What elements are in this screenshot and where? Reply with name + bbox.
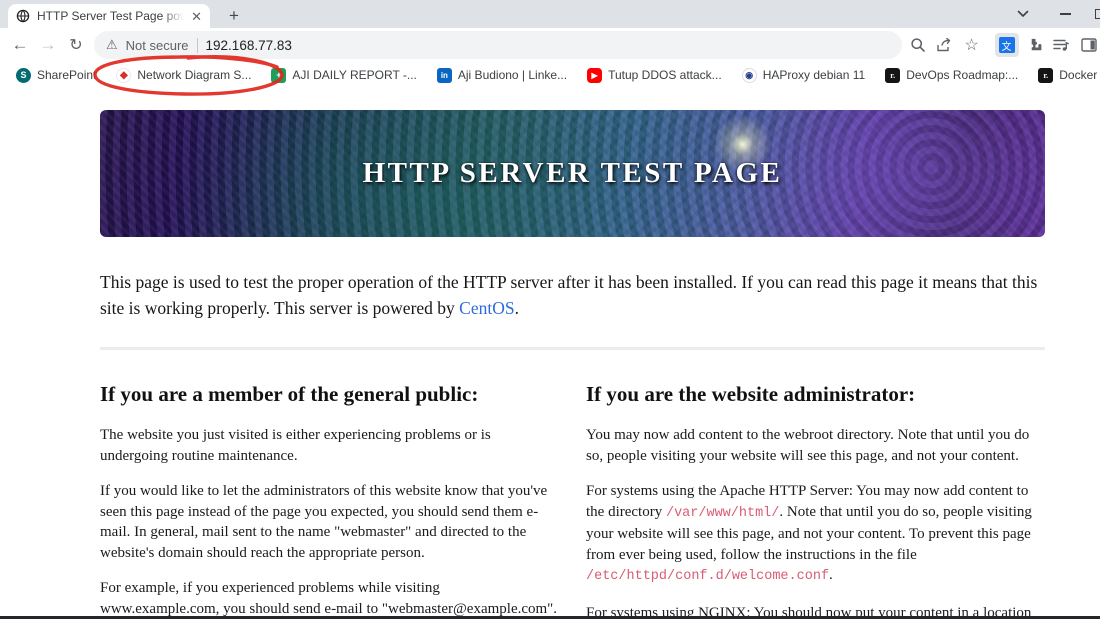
address-separator [196,37,198,53]
sheets-icon: + [271,67,287,83]
translate-extension-icon[interactable]: 文 [993,28,1020,62]
minimize-button[interactable] [1052,0,1078,28]
public-heading: If you are a member of the general publi… [100,382,479,406]
media-controls-icon[interactable] [1048,28,1075,62]
centos-link[interactable]: CentOS [459,298,514,318]
public-paragraph-3: For example, if you experienced problems… [100,580,558,617]
forward-button[interactable]: → [34,28,62,62]
not-secure-label[interactable]: Not secure [126,38,189,53]
public-paragraph-1: The website you just visited is either e… [100,427,491,464]
back-button[interactable]: ← [6,28,34,62]
search-icon[interactable] [904,28,931,62]
tab-title: HTTP Server Test Page powered [37,9,184,23]
bookmark-haproxy[interactable]: ◉ HAProxy debian 11 [734,64,874,86]
url-text[interactable]: 192.168.77.83 [206,38,292,53]
address-bar[interactable]: ⚠ Not secure 192.168.77.83 [94,31,902,59]
share-icon[interactable] [931,28,958,62]
tab-search-chevron-icon[interactable] [1010,0,1036,28]
administrator-section: If you are the website administrator: Yo… [586,382,1044,619]
browser-tab[interactable]: HTTP Server Test Page powered ✕ [8,4,210,28]
bookmark-linkedin[interactable]: in Aji Budiono | Linke... [429,64,575,86]
admin-heading: If you are the website administrator: [586,382,916,406]
admin-paragraph-2: For systems using the Apache HTTP Server… [586,483,1032,584]
public-paragraph-2: If you would like to let the administrat… [100,483,548,561]
side-panel-icon[interactable] [1075,28,1100,62]
browser-toolbar: ← → ↻ ⚠ Not secure 192.168.77.83 ☆ 文 [0,28,1100,96]
diagram-icon: ◆ [116,67,132,83]
intro-paragraph: This page is used to test the proper ope… [100,272,1038,318]
tab-close-icon[interactable]: ✕ [191,10,202,23]
bookmark-star-icon[interactable]: ☆ [958,28,985,62]
roadmap-icon: r. [885,67,901,83]
linkedin-icon: in [436,67,452,83]
reload-button[interactable]: ↻ [62,28,90,62]
extensions-puzzle-icon[interactable] [1021,28,1048,62]
apache-webroot-path: /var/www/html/ [665,505,780,521]
web-page-content: HTTP SERVER TEST PAGE This page is used … [0,88,1100,619]
maximize-button[interactable] [1090,0,1100,28]
new-tab-button[interactable]: + [224,6,244,26]
not-secure-warning-icon[interactable]: ⚠ [106,37,118,53]
tab-strip: HTTP Server Test Page powered ✕ + [0,0,1100,28]
test-page-banner: HTTP SERVER TEST PAGE [100,110,1045,237]
bookmark-daily-report[interactable]: + AJI DAILY REPORT -... [263,64,424,86]
sharepoint-icon: S [16,67,31,83]
haproxy-icon: ◉ [741,67,757,83]
bookmark-docker-roadmap[interactable]: r. Docker Roadmap -... [1030,64,1100,86]
globe-favicon-icon [16,9,30,23]
page-title: HTTP SERVER TEST PAGE [362,157,783,189]
roadmap-icon: r. [1038,67,1054,83]
bookmark-sharepoint[interactable]: S SharePoint [8,64,104,86]
bookmarks-bar: S SharePoint ◆ Network Diagram S... + AJ… [0,62,1100,88]
bookmark-devops-roadmap[interactable]: r. DevOps Roadmap:... [877,64,1026,86]
bookmark-youtube-ddos[interactable]: ▶ Tutup DDOS attack... [579,64,730,86]
youtube-icon: ▶ [587,67,603,83]
general-public-section: If you are a member of the general publi… [100,382,558,619]
bookmark-network-diagram[interactable]: ◆ Network Diagram S... [108,64,259,86]
admin-paragraph-1: You may now add content to the webroot d… [586,427,1030,464]
welcome-conf-path: /etc/httpd/conf.d/welcome.conf [586,569,830,584]
divider [100,347,1045,350]
